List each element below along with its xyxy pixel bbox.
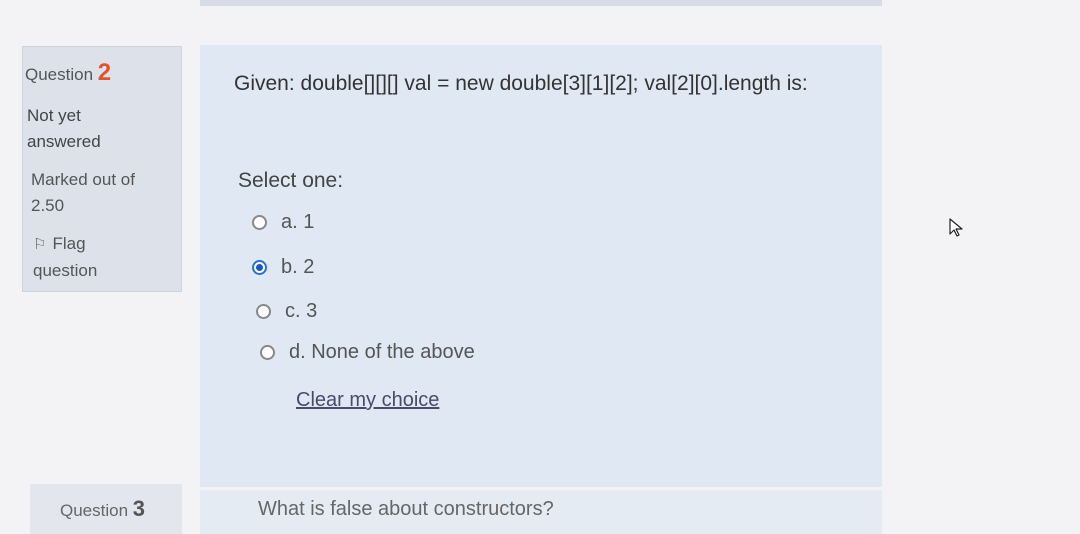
next-question-number-value: 3 [132, 496, 146, 521]
question-number-value: 2 [97, 59, 112, 86]
radio-option-a[interactable] [252, 215, 267, 230]
select-prompt: Select one: [238, 169, 344, 192]
radio-option-c[interactable] [256, 304, 271, 319]
question-marks: Marked out of 2.50 [31, 170, 135, 215]
next-question-text: What is false about constructors? [258, 498, 554, 520]
option-d[interactable]: d. None of the above [260, 341, 475, 364]
option-c[interactable]: c. 3 [256, 300, 317, 323]
question-text: Given: double[][][] val = new double[3][… [234, 72, 808, 95]
radio-option-d[interactable] [260, 345, 275, 360]
clear-choice-link[interactable]: Clear my choice [296, 389, 439, 412]
flag-question-button[interactable]: ⚐ Flag question [33, 231, 153, 284]
option-b[interactable]: b. 2 [252, 256, 314, 279]
next-question-number: Question 3 [60, 496, 145, 522]
question-state: Not yet answered [27, 106, 101, 151]
question-label: Question [25, 65, 94, 84]
option-b-label: b. 2 [281, 256, 315, 278]
top-strip [200, 0, 882, 6]
question-content: Given: double[][][] val = new double[3][… [200, 45, 882, 487]
next-question-content: What is false about constructors? [200, 490, 882, 534]
option-a-label: a. 1 [281, 211, 315, 233]
option-a[interactable]: a. 1 [252, 211, 314, 234]
next-question-label: Question [60, 501, 129, 520]
radio-option-b[interactable] [252, 260, 267, 275]
mouse-pointer-icon [949, 218, 963, 237]
option-c-label: c. 3 [285, 300, 318, 322]
question-number: Question 2 [25, 59, 111, 87]
flag-icon: ⚐ [33, 236, 47, 253]
option-d-label: d. None of the above [289, 341, 475, 363]
next-question-info-panel: Question 3 [30, 484, 182, 534]
question-info-panel: Question 2 Not yet answered Marked out o… [22, 46, 182, 292]
